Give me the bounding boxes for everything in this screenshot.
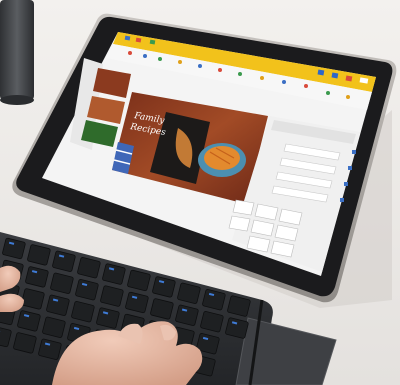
mug xyxy=(0,0,34,105)
layout-button[interactable] xyxy=(232,199,255,216)
layout-button[interactable] xyxy=(228,215,251,232)
photo-scene: Family Recipes xyxy=(0,0,400,385)
